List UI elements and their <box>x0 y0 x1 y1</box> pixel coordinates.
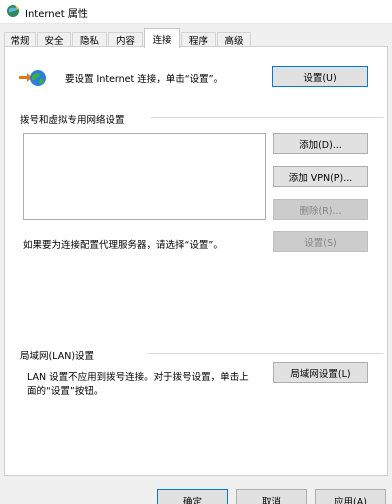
connections-panel: 要设置 Internet 连接，单击“设置”。 设置(U) 拨号和虚拟专用网络设… <box>4 46 388 476</box>
tab-general[interactable]: 常规 <box>4 32 36 47</box>
title-bar[interactable]: Internet 属性 <box>0 0 392 24</box>
connection-settings-button[interactable]: 设置(S) <box>273 231 368 252</box>
tab-security[interactable]: 安全 <box>37 32 71 47</box>
tab-privacy[interactable]: 隐私 <box>72 32 107 47</box>
proxy-note: 如果要为连接配置代理服务器，请选择“设置”。 <box>23 240 223 251</box>
add-vpn-button[interactable]: 添加 VPN(P)... <box>273 166 368 187</box>
tab-content[interactable]: 内容 <box>108 32 143 47</box>
tab-advanced[interactable]: 高级 <box>217 32 251 47</box>
tab-programs[interactable]: 程序 <box>181 32 216 47</box>
lan-note-line-1: LAN 设置不应用到拨号连接。对于拨号设置，单击上 <box>27 372 249 383</box>
dialup-section-divider <box>151 117 383 118</box>
dialup-section-heading: 拨号和虚拟专用网络设置 <box>20 115 125 126</box>
delete-connection-button[interactable]: 删除(R)... <box>273 199 368 220</box>
connections-listbox[interactable] <box>23 133 266 220</box>
add-connection-button[interactable]: 添加(D)... <box>273 133 368 154</box>
cancel-button[interactable]: 取消 <box>236 489 307 504</box>
setup-instruction: 要设置 Internet 连接，单击“设置”。 <box>65 74 224 85</box>
internet-properties-window: Internet 属性 常规 安全 隐私 内容 连接 程序 高级 要设置 Int… <box>0 0 392 504</box>
tab-connections[interactable]: 连接 <box>144 28 180 48</box>
lan-section-heading: 局域网(LAN)设置 <box>20 351 95 362</box>
window-title: Internet 属性 <box>25 9 88 20</box>
internet-setup-icon <box>19 67 47 89</box>
ok-button[interactable]: 确定 <box>157 489 228 504</box>
setup-button[interactable]: 设置(U) <box>272 66 368 87</box>
tab-bar: 常规 安全 隐私 内容 连接 程序 高级 <box>0 28 392 48</box>
lan-section-divider <box>148 353 383 354</box>
lan-note-line-2: 面的“设置”按钮。 <box>27 386 104 397</box>
apply-button[interactable]: 应用(A) <box>315 489 386 504</box>
lan-settings-button[interactable]: 局域网设置(L) <box>273 362 368 383</box>
internet-globe-icon <box>6 4 20 18</box>
